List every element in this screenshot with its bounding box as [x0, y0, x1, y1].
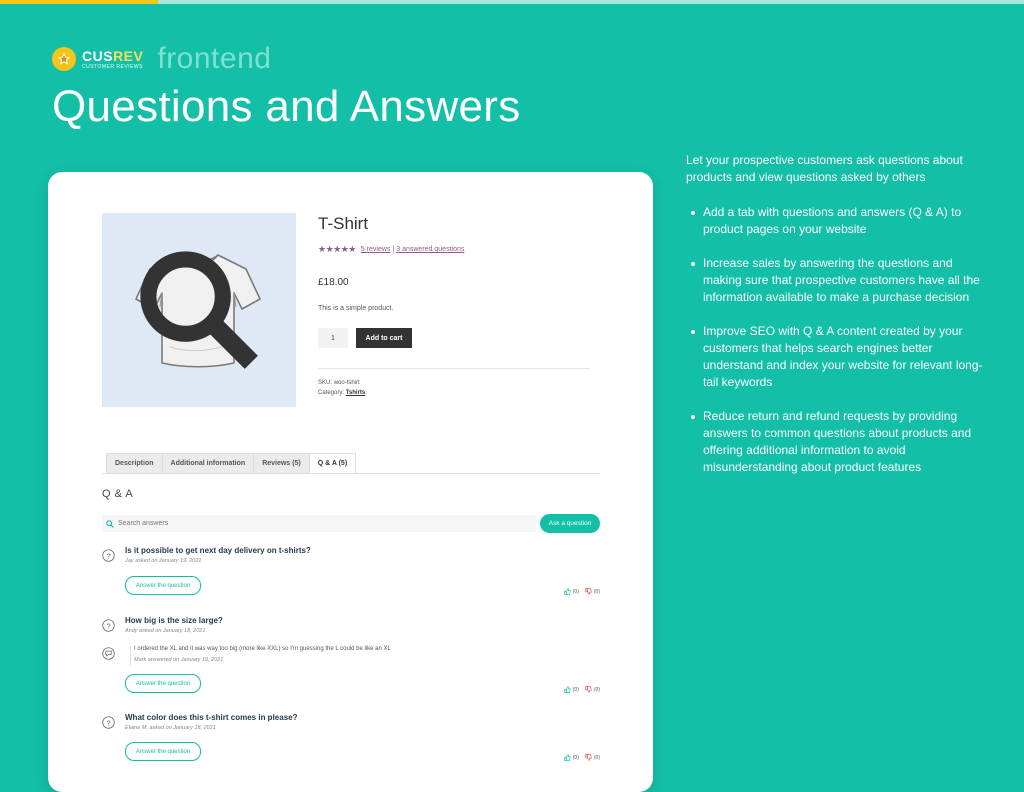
rating-row: ★★★★★ 5 reviews | 3 answered questions	[318, 244, 618, 255]
answer-rule	[130, 646, 131, 666]
feature-item: Increase sales by answering the question…	[686, 255, 986, 306]
question-icon: ?	[102, 716, 115, 729]
downvote-count: (0)	[593, 754, 600, 761]
tab-qa[interactable]: Q & A (5)	[308, 453, 357, 474]
star-rating: ★★★★★	[318, 244, 356, 254]
brand: CUSREV CUSTOMER REVIEWS frontend	[52, 42, 272, 75]
downvote-count: (0)	[593, 686, 600, 693]
feature-item: Reduce return and refund requests by pro…	[686, 408, 986, 476]
brand-name-prefix: CUS	[82, 47, 114, 64]
sku-value: woo-tshirt	[333, 380, 360, 386]
tabs-divider	[102, 473, 600, 474]
answer-question-button[interactable]: Answer the question	[125, 674, 201, 693]
thumbs-down-icon[interactable]	[585, 754, 592, 761]
brand-tag: frontend	[157, 42, 272, 75]
thumbs-up-icon[interactable]	[564, 686, 571, 693]
page-title: Questions and Answers	[52, 82, 521, 131]
separator: |	[392, 246, 395, 253]
answer-question-button[interactable]: Answer the question	[125, 576, 201, 595]
answer-meta: Mark answered on January 19, 2021	[134, 657, 224, 663]
question-icon: ?	[102, 549, 115, 562]
brand-subtitle: CUSTOMER REVIEWS	[82, 63, 143, 70]
sku-row: SKU: woo-tshirt	[318, 378, 365, 388]
answer-question-button[interactable]: Answer the question	[125, 742, 201, 761]
svg-text:?: ?	[106, 621, 110, 630]
thumbs-up-icon[interactable]	[564, 588, 571, 595]
search-input[interactable]	[118, 520, 518, 527]
category-row: Category: Tshirts	[318, 388, 365, 398]
product-title: T-Shirt	[318, 214, 369, 233]
thumbs-down-icon[interactable]	[585, 686, 592, 693]
cart-form: Add to cart	[318, 328, 412, 348]
product-summary: T-Shirt ★★★★★ 5 reviews | 3 answered que…	[318, 214, 618, 396]
svg-text:?: ?	[106, 718, 110, 727]
thumbs-up-icon[interactable]	[564, 754, 571, 761]
product-meta: SKU: woo-tshirt Category: Tshirts	[318, 378, 365, 398]
quantity-input[interactable]	[318, 328, 348, 348]
search-icon	[106, 519, 114, 528]
question-meta: Andy asked on January 18, 2021	[125, 628, 206, 634]
svg-text:?: ?	[106, 551, 110, 560]
vote-controls: (0) (0)	[564, 686, 600, 693]
tab-reviews[interactable]: Reviews (5)	[253, 453, 309, 474]
thumbs-down-icon[interactable]	[585, 588, 592, 595]
answered-questions-link[interactable]: 3 answered questions	[396, 246, 464, 253]
product-tabs: Description Additional information Revie…	[106, 453, 357, 474]
intro-text: Let your prospective customers ask quest…	[686, 153, 963, 184]
product-image[interactable]	[102, 213, 296, 407]
question-title: Is it possible to get next day delivery …	[125, 546, 311, 555]
search-bar	[102, 515, 536, 532]
feature-item: Improve SEO with Q & A content created b…	[686, 323, 986, 391]
feature-item: Add a tab with questions and answers (Q …	[686, 204, 986, 238]
question-meta: Jay asked on January 19, 2021	[125, 558, 202, 564]
top-progress-bar	[0, 0, 1024, 4]
sku-label: SKU:	[318, 380, 333, 386]
brand-name-suffix: REV	[113, 47, 144, 64]
top-accent-bar	[0, 0, 158, 4]
product-page-mockup: T-Shirt ★★★★★ 5 reviews | 3 answered que…	[48, 172, 653, 792]
category-label: Category:	[318, 390, 345, 396]
tab-description[interactable]: Description	[106, 453, 162, 474]
divider	[318, 368, 590, 369]
downvote-count: (0)	[593, 588, 600, 595]
feature-list: Add a tab with questions and answers (Q …	[686, 204, 986, 493]
question-title: What color does this t-shirt comes in pl…	[125, 713, 298, 722]
price: £18.00	[318, 277, 349, 288]
speech-bubble-icon	[102, 647, 115, 660]
add-to-cart-button[interactable]: Add to cart	[356, 328, 412, 348]
question-icon: ?	[102, 619, 115, 632]
answer-text: I ordered the XL and it was way too big …	[134, 646, 391, 652]
question-title: How big is the size large?	[125, 616, 223, 625]
question-meta: Elaine M. asked on January 18, 2021	[125, 725, 216, 731]
vote-controls: (0) (0)	[564, 754, 600, 761]
reviews-link[interactable]: 5 reviews	[361, 246, 391, 253]
category-link[interactable]: Tshirts	[346, 390, 366, 396]
zoom-icon[interactable]	[130, 247, 266, 371]
star-logo-icon	[52, 47, 76, 71]
vote-controls: (0) (0)	[564, 588, 600, 595]
upvote-count: (0)	[572, 588, 579, 595]
qa-heading: Q & A	[102, 488, 134, 500]
brand-name: CUSREV	[82, 49, 143, 63]
short-description: This is a simple product.	[318, 305, 394, 312]
ask-question-button[interactable]: Ask a question	[540, 514, 600, 533]
upvote-count: (0)	[572, 754, 579, 761]
upvote-count: (0)	[572, 686, 579, 693]
tab-additional-information[interactable]: Additional information	[161, 453, 254, 474]
brand-words: CUSREV CUSTOMER REVIEWS	[82, 49, 143, 70]
